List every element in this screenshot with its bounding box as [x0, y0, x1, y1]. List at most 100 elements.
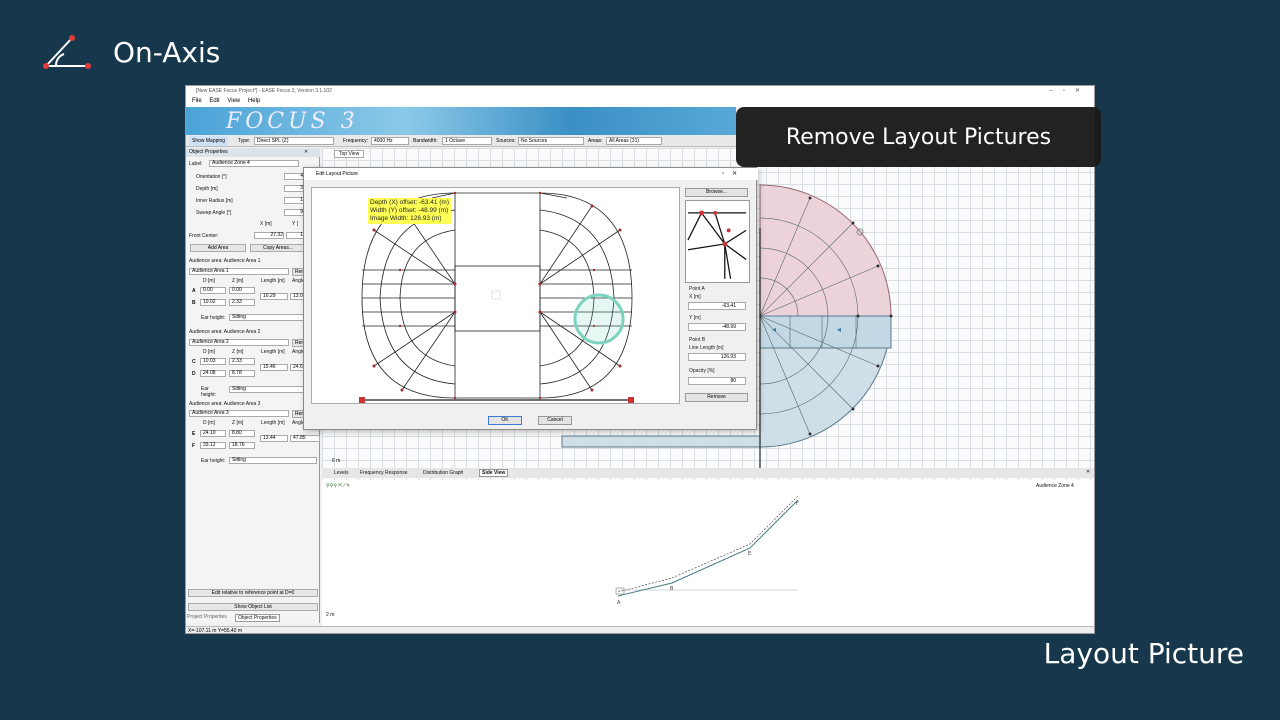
y-label: Y [m] — [689, 315, 701, 321]
z-input[interactable]: 2.33 — [229, 358, 255, 365]
sources-select[interactable]: No Sources — [518, 137, 584, 145]
field-name: Inner Radius [m] — [196, 198, 233, 204]
field-input[interactable]: 1 — [284, 197, 304, 204]
tab-frequency-response[interactable]: Frequency Response — [360, 470, 408, 476]
area-name-input[interactable]: Audience Area 3 — [189, 410, 289, 417]
copy-areas-button[interactable]: Copy Areas... — [250, 244, 306, 252]
col-length-header: Length [m] — [261, 420, 285, 426]
cancel-button[interactable]: Cancel — [538, 416, 572, 425]
side-point-f: F — [796, 501, 799, 507]
area-name-input[interactable]: Audience Area 1 — [189, 268, 289, 275]
point-b-label: Point B — [689, 337, 706, 343]
ear-height-select[interactable]: Sitting — [229, 314, 306, 321]
ear-height-label: Ear height: — [201, 315, 226, 321]
line-length-input[interactable]: 126.93 — [688, 353, 746, 361]
d-input[interactable]: 10.02 — [200, 299, 226, 306]
window-controls[interactable]: –▫✕ — [1050, 86, 1091, 96]
col-d-header: D [m] — [203, 349, 215, 355]
d-input[interactable]: 24.08 — [200, 370, 226, 377]
menu-edit[interactable]: Edit — [209, 98, 219, 104]
col-z-header: Z [m] — [232, 420, 244, 426]
x-column-header: X [m] — [260, 221, 272, 227]
tab-levels[interactable]: Levels — [334, 470, 348, 476]
on-axis-logo-icon — [43, 35, 91, 69]
front-center-label: Front Center: — [189, 233, 219, 239]
edit-relative-button[interactable]: Edit relative to reference point at D=0 — [188, 589, 318, 597]
areas-select[interactable]: All Areas (31) — [606, 137, 662, 145]
col-z-header: Z [m] — [232, 278, 244, 284]
x-offset-input[interactable]: -63.41 — [688, 302, 746, 310]
opacity-label: Opacity [%] — [689, 368, 715, 374]
z-input[interactable]: 0.00 — [229, 287, 255, 294]
front-center-y[interactable]: 1 — [286, 232, 304, 239]
show-object-list-button[interactable]: Show Object List — [188, 603, 318, 611]
ok-button[interactable]: OK — [488, 416, 522, 425]
length-input[interactable]: 15.46 — [260, 364, 288, 371]
z-input[interactable]: 2.33 — [229, 299, 255, 306]
svg-text:◂: ◂ — [837, 325, 841, 334]
opacity-input[interactable]: 80 — [688, 377, 746, 385]
ear-height-label: Ear height: — [201, 458, 226, 464]
add-area-button[interactable]: Add Area — [190, 244, 246, 252]
z-input[interactable]: 8.78 — [229, 370, 255, 377]
menu-view[interactable]: View — [227, 98, 240, 104]
ear-height-label: Ear height: — [201, 386, 217, 398]
show-mapping-toggle[interactable]: Show Mapping — [189, 136, 229, 146]
length-input[interactable]: 10.29 — [260, 293, 288, 300]
d-input[interactable]: 33.12 — [200, 442, 226, 449]
field-input[interactable]: 4 — [284, 173, 304, 180]
image-width-text: Image Width: 126.93 (m) — [370, 215, 442, 222]
tab-object-properties[interactable]: Object Properties — [235, 614, 280, 622]
logo-banner: FOCUS 3 — [186, 107, 736, 135]
panel-header: Object Properties — [186, 148, 320, 157]
z-input[interactable]: 8.80 — [229, 430, 255, 437]
close-panel-icon[interactable]: ✕ — [1086, 469, 1090, 475]
length-input[interactable]: 13.44 — [260, 435, 288, 442]
line-length-label: Line Length [m] — [689, 345, 724, 351]
area-title: Audience area: Audience Area 1 — [189, 258, 261, 264]
dialog-title: Edit Layout Picture — [304, 168, 758, 180]
z-input[interactable]: 18.76 — [229, 442, 255, 449]
ear-height-select[interactable]: Sitting — [229, 457, 317, 464]
menu-file[interactable]: File — [192, 98, 202, 104]
offset-info-tooltip: Depth (X) offset: -63.41 (m) Width (Y) o… — [368, 198, 451, 224]
angle-input[interactable]: 47.85 — [290, 435, 320, 442]
browse-button[interactable]: Browse... — [685, 188, 748, 197]
point-label: A — [192, 288, 196, 294]
area-name-input[interactable]: Audience Area 2 — [189, 339, 289, 346]
edit-layout-picture-dialog: Edit Layout Picture ▫✕ Depth (X) offset:… — [303, 167, 758, 430]
label-caption: Label: — [189, 161, 203, 167]
col-length-header: Length [m] — [261, 278, 285, 284]
pin-icon[interactable]: ✕ — [304, 149, 308, 155]
tab-project-properties[interactable]: Project Properties — [187, 614, 227, 620]
front-center-x[interactable]: 27.32 — [254, 232, 284, 239]
field-name: Sweep Angle [°] — [196, 210, 232, 216]
col-d-header: D [m] — [203, 420, 215, 426]
remove-layout-pictures-banner: Remove Layout Pictures — [736, 107, 1101, 167]
tab-distribution-graph[interactable]: Distribution Graph — [423, 470, 463, 476]
point-label: B — [192, 300, 196, 306]
scale-bar-bottom: 2 m — [326, 612, 335, 618]
side-view-canvas[interactable]: ⚲⚲⚲ ⇱ ⁄ ✎ Audience Zone 4 A B E F 2 m — [322, 480, 1094, 626]
d-input[interactable]: 24.10 — [200, 430, 226, 437]
tab-side-view[interactable]: Side View — [479, 469, 509, 477]
y-offset-input[interactable]: -48.99 — [688, 323, 746, 331]
ear-height-select[interactable]: Sitting — [229, 386, 306, 393]
label-input[interactable]: Audience Zone 4 — [209, 160, 299, 167]
menu-help[interactable]: Help — [248, 98, 260, 104]
bandwidth-select[interactable]: 1 Octave — [442, 137, 492, 145]
d-input[interactable]: 10.03 — [200, 358, 226, 365]
width-offset-text: Width (Y) offset: -48.99 (m) — [370, 207, 449, 214]
field-name: Orientation [°] — [196, 174, 227, 180]
dialog-window-controls[interactable]: ▫✕ — [722, 170, 745, 177]
col-length-header: Length [m] — [261, 349, 285, 355]
field-input[interactable]: 9 — [284, 209, 304, 216]
type-select[interactable]: Direct SPL (Z) — [254, 137, 334, 145]
depth-offset-text: Depth (X) offset: -63.41 (m) — [370, 199, 449, 206]
frequency-select[interactable]: 4000 Hz — [371, 137, 409, 145]
layout-picture-canvas[interactable]: Depth (X) offset: -63.41 (m) Width (Y) o… — [311, 187, 680, 404]
sources-label: Sources: — [496, 138, 516, 144]
remove-picture-button[interactable]: Remove — [685, 393, 748, 402]
field-input[interactable]: 3 — [284, 185, 304, 192]
d-input[interactable]: 0.00 — [200, 287, 226, 294]
